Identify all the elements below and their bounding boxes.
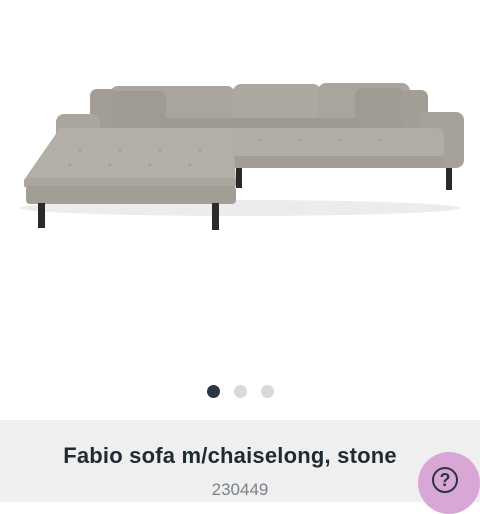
carousel-dot-3[interactable] bbox=[260, 385, 274, 398]
product-gallery[interactable] bbox=[0, 0, 480, 420]
product-image bbox=[20, 83, 464, 230]
question-mark-icon: ? bbox=[432, 467, 458, 493]
product-info: Fabio sofa m/chaiselong, stone 230449 bbox=[0, 420, 480, 502]
product-sku: 230449 bbox=[211, 480, 269, 499]
carousel-dot-2[interactable] bbox=[233, 385, 247, 398]
carousel-dots bbox=[0, 385, 480, 398]
carousel-dot-1[interactable] bbox=[206, 385, 220, 398]
product-title: Fabio sofa m/chaiselong, stone bbox=[63, 443, 397, 468]
help-button[interactable]: ? bbox=[418, 452, 480, 514]
